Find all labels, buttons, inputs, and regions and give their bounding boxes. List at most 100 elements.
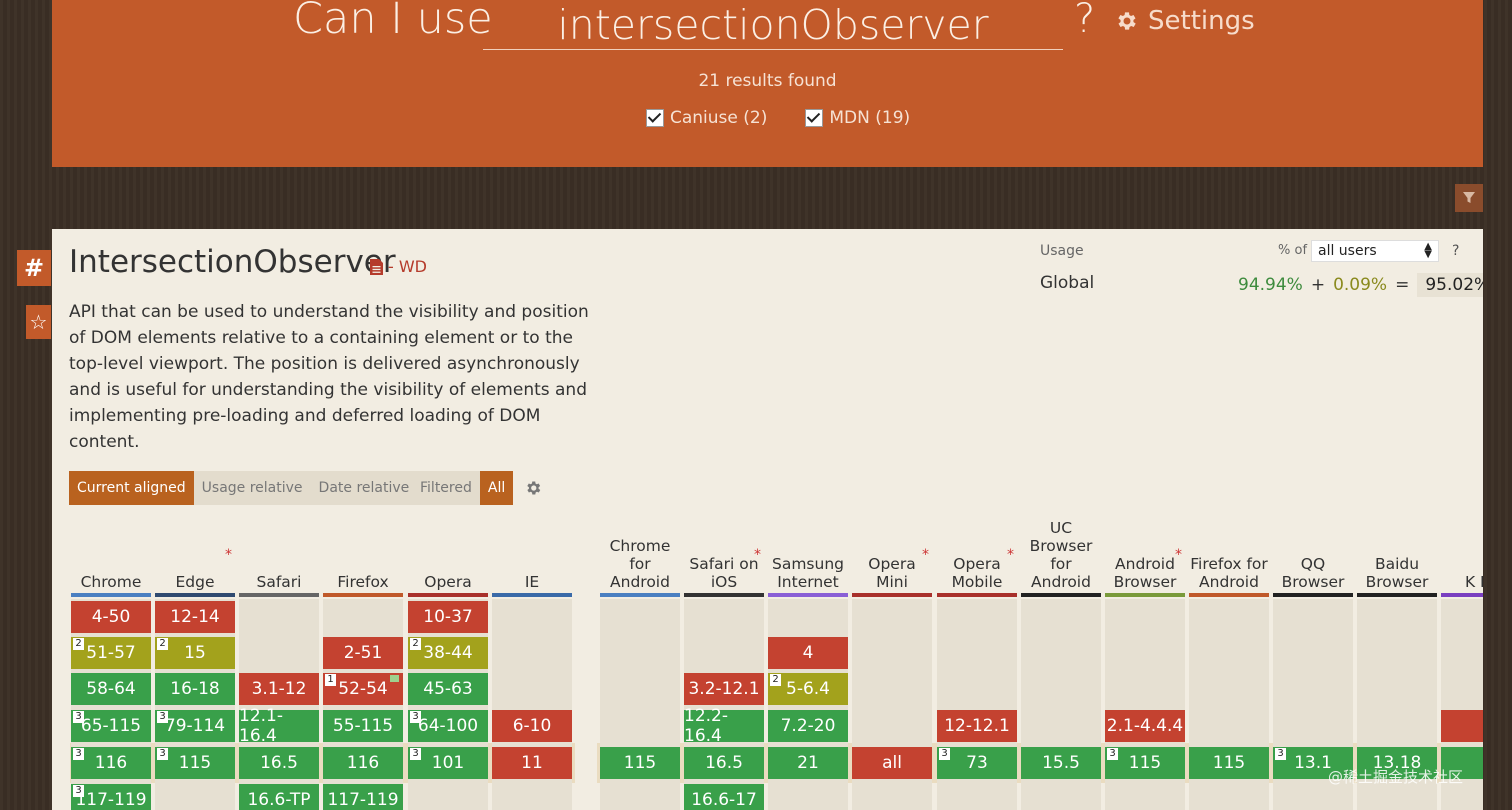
search-input[interactable] bbox=[483, 0, 1063, 50]
browser-header-qq-browser[interactable]: QQ Browser bbox=[1271, 509, 1355, 591]
support-cell[interactable]: 16-18 bbox=[155, 673, 235, 705]
support-cell[interactable]: 51-57 2 bbox=[71, 637, 151, 669]
flag-icon bbox=[390, 675, 399, 682]
support-cell[interactable]: 12.1-16.4 bbox=[239, 706, 319, 746]
version-range: 38-44 bbox=[423, 643, 473, 663]
browser-notes-asterisk: * bbox=[754, 547, 761, 563]
star-button[interactable]: ☆ bbox=[26, 305, 51, 339]
version-range: 116 bbox=[94, 753, 128, 773]
note-marker: 2 bbox=[73, 638, 84, 650]
version-range: 3.2-12.1 bbox=[688, 679, 760, 699]
browser-color-bar bbox=[852, 593, 932, 597]
support-cell[interactable]: 115 bbox=[1189, 747, 1269, 779]
filter-caniuse-label: Caniuse (2) bbox=[670, 108, 768, 128]
support-cell[interactable]: 10-37 bbox=[408, 601, 488, 633]
settings-label: Settings bbox=[1148, 6, 1255, 36]
version-range: 64-100 bbox=[417, 716, 479, 736]
version-range: 5-6.4 bbox=[786, 679, 830, 699]
browser-header-opera[interactable]: Opera bbox=[406, 509, 490, 591]
support-cell[interactable]: 115 3 bbox=[1105, 747, 1185, 779]
support-cell[interactable]: 45-63 bbox=[408, 673, 488, 705]
version-range: 12-12.1 bbox=[944, 716, 1010, 736]
version-range: 10-37 bbox=[423, 607, 473, 627]
browser-header-samsung-internet[interactable]: Samsung Internet bbox=[766, 509, 850, 591]
browser-header-chrome-for-android[interactable]: Chrome for Android bbox=[598, 509, 682, 591]
browser-color-bar bbox=[71, 593, 151, 597]
filter-caniuse[interactable]: Caniuse (2) bbox=[646, 108, 767, 128]
support-cell[interactable]: 16.5 bbox=[239, 747, 319, 779]
support-cell[interactable]: 4 bbox=[768, 637, 848, 669]
support-cell[interactable]: 15.5 bbox=[1021, 747, 1101, 779]
site-title: Can I use bbox=[293, 0, 493, 44]
support-cell[interactable]: 117-119 bbox=[323, 784, 403, 810]
support-cell[interactable]: 4-50 bbox=[71, 601, 151, 633]
browser-header-uc-browser-for-android[interactable]: UC Browser for Android bbox=[1019, 509, 1103, 591]
support-cell[interactable]: 115 3 bbox=[155, 747, 235, 779]
browser-color-bar bbox=[492, 593, 572, 597]
support-cell[interactable]: 65-115 3 bbox=[71, 710, 151, 742]
support-cell[interactable]: 6-10 bbox=[492, 710, 572, 742]
support-cell[interactable]: 101 3 bbox=[408, 747, 488, 779]
browser-notes-asterisk: * bbox=[1175, 547, 1182, 563]
version-range: 115 bbox=[623, 753, 657, 773]
checkbox-mdn[interactable] bbox=[805, 109, 824, 127]
browser-header-ie[interactable]: IE bbox=[490, 509, 574, 591]
support-cell[interactable]: 12-14 bbox=[155, 601, 235, 633]
support-cell[interactable]: 116 3 bbox=[71, 747, 151, 779]
support-cell[interactable]: 12.2-16.4 bbox=[684, 706, 764, 746]
support-cell[interactable]: 38-44 2 bbox=[408, 637, 488, 669]
support-cell[interactable]: 79-114 3 bbox=[155, 710, 235, 742]
browser-header-safari[interactable]: Safari bbox=[237, 509, 321, 591]
version-range: 51-57 bbox=[86, 643, 136, 663]
support-cell[interactable]: 52-54 1 bbox=[323, 673, 403, 705]
settings-button[interactable]: Settings bbox=[1114, 6, 1255, 36]
support-cell[interactable]: 11 bbox=[492, 747, 572, 779]
support-cell[interactable]: 117-119 3 bbox=[71, 784, 151, 810]
support-cell[interactable]: 5-6.4 2 bbox=[768, 673, 848, 705]
browser-color-bar bbox=[684, 593, 764, 597]
support-cell[interactable]: 64-100 3 bbox=[408, 710, 488, 742]
support-cell[interactable]: 7.2-20 bbox=[768, 710, 848, 742]
note-marker: 3 bbox=[1275, 748, 1286, 760]
support-cell[interactable]: all bbox=[852, 747, 932, 779]
browser-header-baidu-browser[interactable]: Baidu Browser bbox=[1355, 509, 1439, 591]
filter-mdn[interactable]: MDN (19) bbox=[805, 108, 910, 128]
support-cell[interactable]: 58-64 bbox=[71, 673, 151, 705]
support-cell[interactable] bbox=[1441, 710, 1483, 742]
support-cell[interactable]: 73 3 bbox=[937, 747, 1017, 779]
support-cell[interactable]: 12-12.1 bbox=[937, 710, 1017, 742]
note-marker: 3 bbox=[73, 785, 84, 797]
browser-header-firefox[interactable]: Firefox bbox=[321, 509, 405, 591]
support-cell[interactable]: 2-51 bbox=[323, 637, 403, 669]
permalink-hash-button[interactable]: # bbox=[17, 250, 51, 286]
version-range: 12-14 bbox=[170, 607, 220, 627]
browser-notes-asterisk: * bbox=[922, 547, 929, 563]
note-marker: 3 bbox=[1107, 748, 1118, 760]
note-marker: 1 bbox=[325, 674, 336, 686]
support-cell[interactable]: 115 bbox=[600, 747, 680, 779]
version-range: 115 bbox=[1128, 753, 1162, 773]
support-cell[interactable]: 21 bbox=[768, 747, 848, 779]
version-range: 2-51 bbox=[343, 643, 383, 663]
support-cell[interactable]: 2.1-4.4.4 bbox=[1105, 710, 1185, 742]
browser-color-bar bbox=[1441, 593, 1483, 597]
browser-color-bar bbox=[1357, 593, 1437, 597]
note-marker: 3 bbox=[73, 748, 84, 760]
support-cell[interactable]: 55-115 bbox=[323, 710, 403, 742]
support-cell[interactable]: 15 2 bbox=[155, 637, 235, 669]
browser-header-firefox-for-android[interactable]: Firefox for Android bbox=[1187, 509, 1271, 591]
filter-toggle-button[interactable] bbox=[1455, 184, 1483, 212]
browser-notes-asterisk: * bbox=[1007, 547, 1014, 563]
browser-header-k-br[interactable]: K Br bbox=[1439, 509, 1483, 591]
version-range: 7.2-20 bbox=[780, 716, 836, 736]
support-cell[interactable]: 16.5 bbox=[684, 747, 764, 779]
note-marker: 2 bbox=[770, 674, 781, 686]
support-cell[interactable]: 116 bbox=[323, 747, 403, 779]
support-cell[interactable]: 3.2-12.1 bbox=[684, 673, 764, 705]
help-button[interactable]: ? bbox=[1074, 0, 1095, 42]
support-cell[interactable]: 16.6-17 bbox=[684, 784, 764, 810]
support-cell[interactable]: 3.1-12 bbox=[239, 673, 319, 705]
browser-header-chrome[interactable]: Chrome bbox=[69, 509, 153, 591]
checkbox-caniuse[interactable] bbox=[646, 109, 664, 127]
support-cell[interactable]: 16.6-TP bbox=[239, 784, 319, 810]
